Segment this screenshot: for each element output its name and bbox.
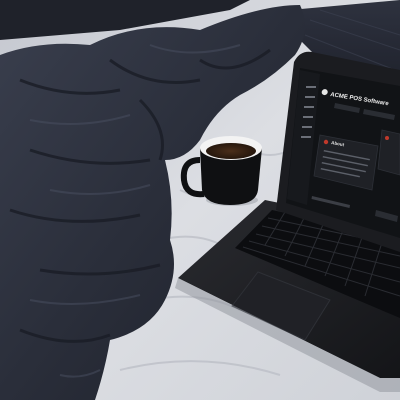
scene-svg: ACME POS Software About	[0, 0, 400, 400]
screen-side-card	[377, 129, 400, 176]
alert-icon-2	[385, 136, 389, 140]
alert-icon	[323, 139, 329, 145]
photo-scene: ACME POS Software About	[0, 0, 400, 400]
